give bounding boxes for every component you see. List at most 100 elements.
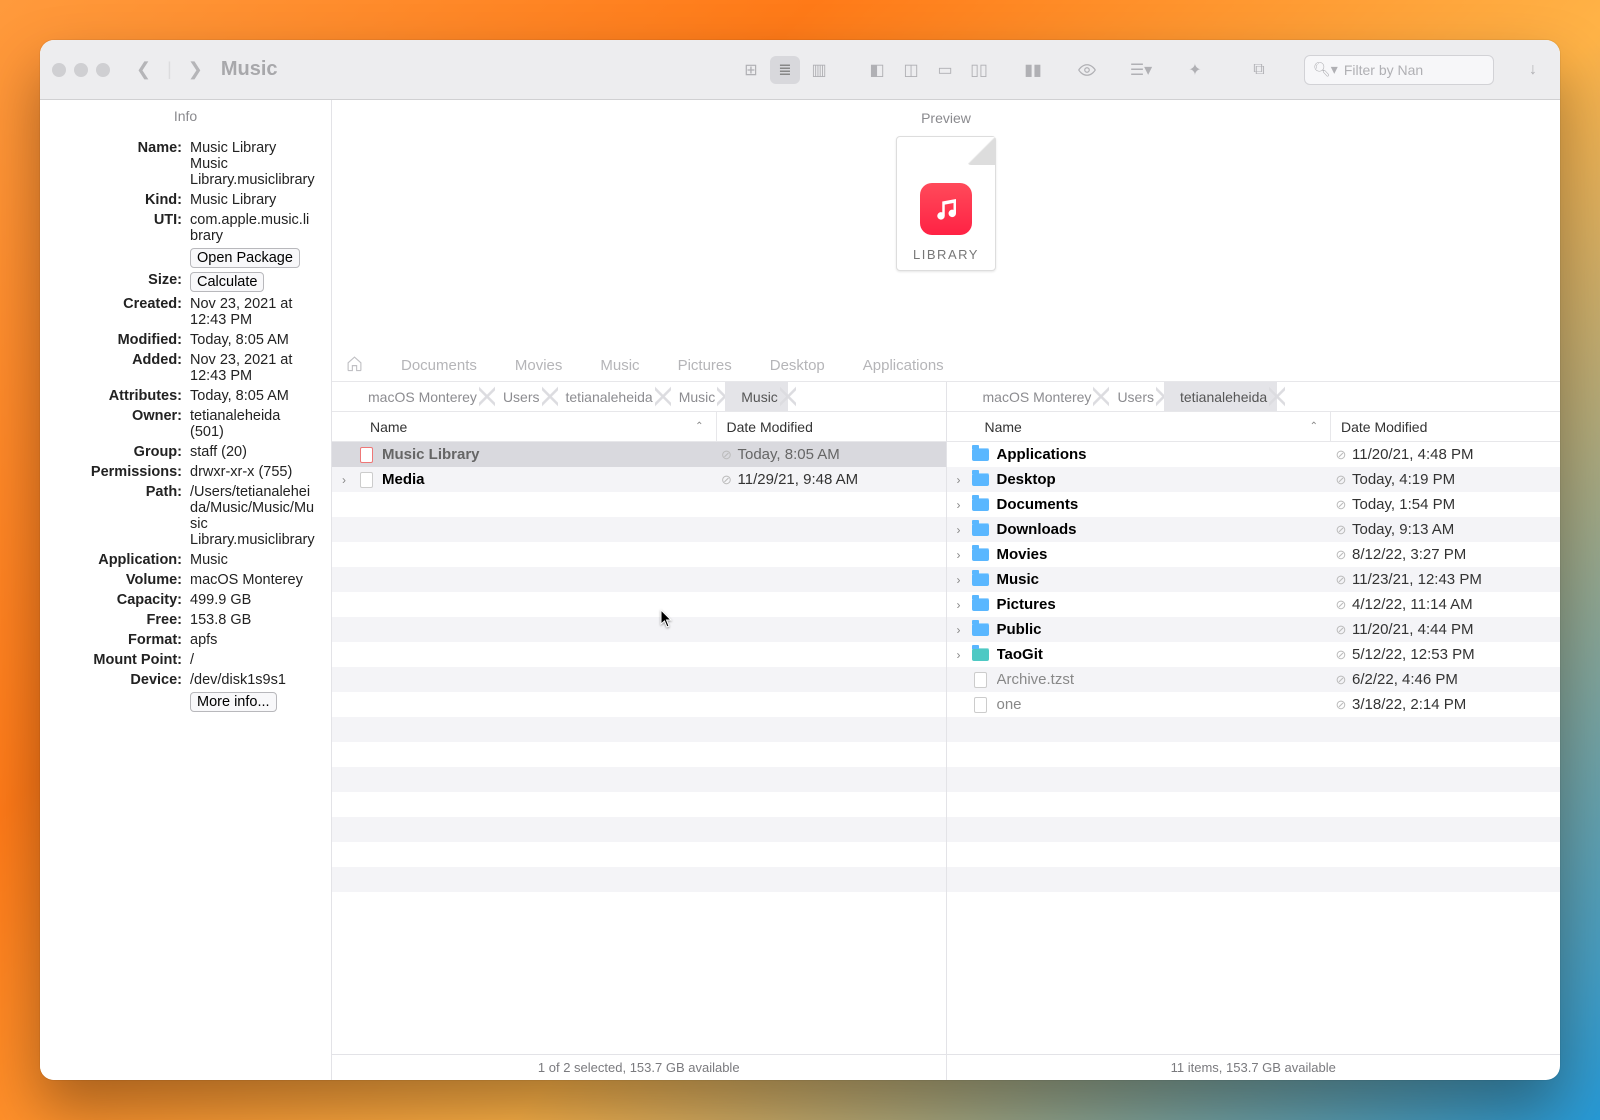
dual-pane-button[interactable]: ▯▯ xyxy=(964,56,994,84)
favorite-desktop[interactable]: Desktop xyxy=(770,357,825,374)
disclosure-icon[interactable]: › xyxy=(947,648,971,662)
crumb-music[interactable]: Music xyxy=(725,382,788,411)
column-view-button[interactable]: ▥ xyxy=(804,56,834,84)
disclosure-icon[interactable]: › xyxy=(947,623,971,637)
crumb-music[interactable]: Music xyxy=(663,382,726,411)
info-label: Kind: xyxy=(40,192,190,208)
icon-view-button[interactable]: ⊞ xyxy=(736,56,766,84)
list-item[interactable]: one⊘3/18/22, 2:14 PM xyxy=(947,692,1561,717)
split-left-button[interactable]: ◧ xyxy=(862,56,892,84)
info-value: macOS Monterey xyxy=(190,572,321,588)
disclosure-icon[interactable]: › xyxy=(947,523,971,537)
list-item[interactable]: ›Desktop⊘Today, 4:19 PM xyxy=(947,467,1561,492)
list-item[interactable]: ›TaoGit⊘5/12/22, 12:53 PM xyxy=(947,642,1561,667)
right-pane: macOS MontereyUserstetianaleheidaName⌃Da… xyxy=(947,382,1561,1054)
list-item[interactable]: ›Movies⊘8/12/22, 3:27 PM xyxy=(947,542,1561,567)
left-file-list[interactable]: Music Library⊘Today, 8:05 AM›Media⊘11/29… xyxy=(332,442,946,1054)
info-button-open-package[interactable]: Open Package xyxy=(190,248,300,268)
disclosure-icon[interactable]: › xyxy=(947,473,971,487)
column-name[interactable]: Name⌃ xyxy=(332,419,716,435)
favorite-movies[interactable]: Movies xyxy=(515,357,563,374)
panel-toggle-button[interactable]: ▭ xyxy=(930,56,960,84)
apple-icon[interactable] xyxy=(332,382,352,411)
download-indicator-icon[interactable]: ↓ xyxy=(1518,56,1548,84)
split-center-button[interactable]: ◫ xyxy=(896,56,926,84)
list-item[interactable]: ›Media⊘11/29/21, 9:48 AM xyxy=(332,467,946,492)
info-value: 499.9 GB xyxy=(190,592,321,608)
list-item[interactable]: ›Downloads⊘Today, 9:13 AM xyxy=(947,517,1561,542)
quicklook-button[interactable] xyxy=(1072,56,1102,84)
list-item[interactable]: Applications⊘11/20/21, 4:48 PM xyxy=(947,442,1561,467)
home-icon[interactable] xyxy=(346,355,363,376)
info-label xyxy=(40,248,190,268)
info-label xyxy=(40,692,190,712)
copy-button[interactable]: ⧉ xyxy=(1244,56,1274,84)
info-label: Added: xyxy=(40,352,190,384)
info-button-more-info-[interactable]: More info... xyxy=(190,692,277,712)
minimize-button[interactable] xyxy=(74,63,88,77)
info-value: 153.8 GB xyxy=(190,612,321,628)
crumb-users[interactable]: Users xyxy=(1101,382,1164,411)
item-icon xyxy=(971,548,991,561)
list-item[interactable]: ›Pictures⊘4/12/22, 11:14 AM xyxy=(947,592,1561,617)
tab-button[interactable]: ▮▮ xyxy=(1018,56,1048,84)
clock-icon: ⊘ xyxy=(716,472,738,488)
favorite-documents[interactable]: Documents xyxy=(401,357,477,374)
forward-button[interactable]: ❯ xyxy=(184,59,207,80)
item-icon xyxy=(971,498,991,511)
favorite-music[interactable]: Music xyxy=(600,357,639,374)
right-columns-header: Name⌃Date Modified xyxy=(947,412,1561,442)
disclosure-icon[interactable]: › xyxy=(947,598,971,612)
info-row: Name:Music Library Music Library.musicli… xyxy=(40,138,331,190)
column-date-modified[interactable]: Date Modified xyxy=(716,412,946,441)
crumb-macos-monterey[interactable]: macOS Monterey xyxy=(352,382,487,411)
favorite-applications[interactable]: Applications xyxy=(863,357,944,374)
crumb-tetianaleheida[interactable]: tetianaleheida xyxy=(1164,382,1277,411)
info-value: Nov 23, 2021 at 12:43 PM xyxy=(190,296,321,328)
clock-icon: ⊘ xyxy=(1330,622,1352,638)
list-item[interactable]: Archive.tzst⊘6/2/22, 4:46 PM xyxy=(947,667,1561,692)
preview-thumbnail[interactable]: LIBRARY xyxy=(896,136,996,271)
item-icon xyxy=(971,573,991,586)
sort-indicator-icon: ⌃ xyxy=(1310,421,1318,432)
list-view-button[interactable]: ≣ xyxy=(770,56,800,84)
arrange-button[interactable]: ☰▾ xyxy=(1126,56,1156,84)
info-label: Name: xyxy=(40,140,190,188)
list-item[interactable]: ›Public⊘11/20/21, 4:44 PM xyxy=(947,617,1561,642)
info-row: Path:/Users/tetianaleheida/Music/Music/M… xyxy=(40,482,331,550)
clock-icon: ⊘ xyxy=(1330,472,1352,488)
list-item[interactable]: Music Library⊘Today, 8:05 AM xyxy=(332,442,946,467)
info-button-calculate[interactable]: Calculate xyxy=(190,272,264,292)
crumb-macos-monterey[interactable]: macOS Monterey xyxy=(967,382,1102,411)
action-button[interactable]: ✦ xyxy=(1180,56,1210,84)
column-name[interactable]: Name⌃ xyxy=(947,419,1331,435)
disclosure-icon[interactable]: › xyxy=(947,573,971,587)
disclosure-icon[interactable]: › xyxy=(332,473,356,487)
info-row: Permissions:drwxr-xr-x (755) xyxy=(40,462,331,482)
disclosure-icon[interactable]: › xyxy=(947,548,971,562)
back-button[interactable]: ❮ xyxy=(132,59,155,80)
apple-icon[interactable] xyxy=(947,382,967,411)
status-bar: 1 of 2 selected, 153.7 GB available 11 i… xyxy=(332,1054,1560,1080)
info-row: UTI:com.apple.music.library xyxy=(40,210,331,246)
crumb-users[interactable]: Users xyxy=(487,382,550,411)
right-file-list[interactable]: Applications⊘11/20/21, 4:48 PM›Desktop⊘T… xyxy=(947,442,1561,1054)
column-date-modified[interactable]: Date Modified xyxy=(1330,412,1560,441)
item-name: Movies xyxy=(997,546,1331,563)
clock-icon: ⊘ xyxy=(1330,672,1352,688)
info-value: staff (20) xyxy=(190,444,321,460)
list-item[interactable]: ›Documents⊘Today, 1:54 PM xyxy=(947,492,1561,517)
crumb-tetianaleheida[interactable]: tetianaleheida xyxy=(550,382,663,411)
info-row: Free:153.8 GB xyxy=(40,610,331,630)
info-label: Attributes: xyxy=(40,388,190,404)
zoom-button[interactable] xyxy=(96,63,110,77)
favorite-pictures[interactable]: Pictures xyxy=(678,357,732,374)
close-button[interactable] xyxy=(52,63,66,77)
search-field[interactable]: 🔍︎▾ Filter by Nan xyxy=(1304,55,1494,85)
list-item[interactable]: ›Music⊘11/23/21, 12:43 PM xyxy=(947,567,1561,592)
info-label: Free: xyxy=(40,612,190,628)
left-columns-header: Name⌃Date Modified xyxy=(332,412,946,442)
disclosure-icon[interactable]: › xyxy=(947,498,971,512)
info-label: Modified: xyxy=(40,332,190,348)
info-value: Nov 23, 2021 at 12:43 PM xyxy=(190,352,321,384)
